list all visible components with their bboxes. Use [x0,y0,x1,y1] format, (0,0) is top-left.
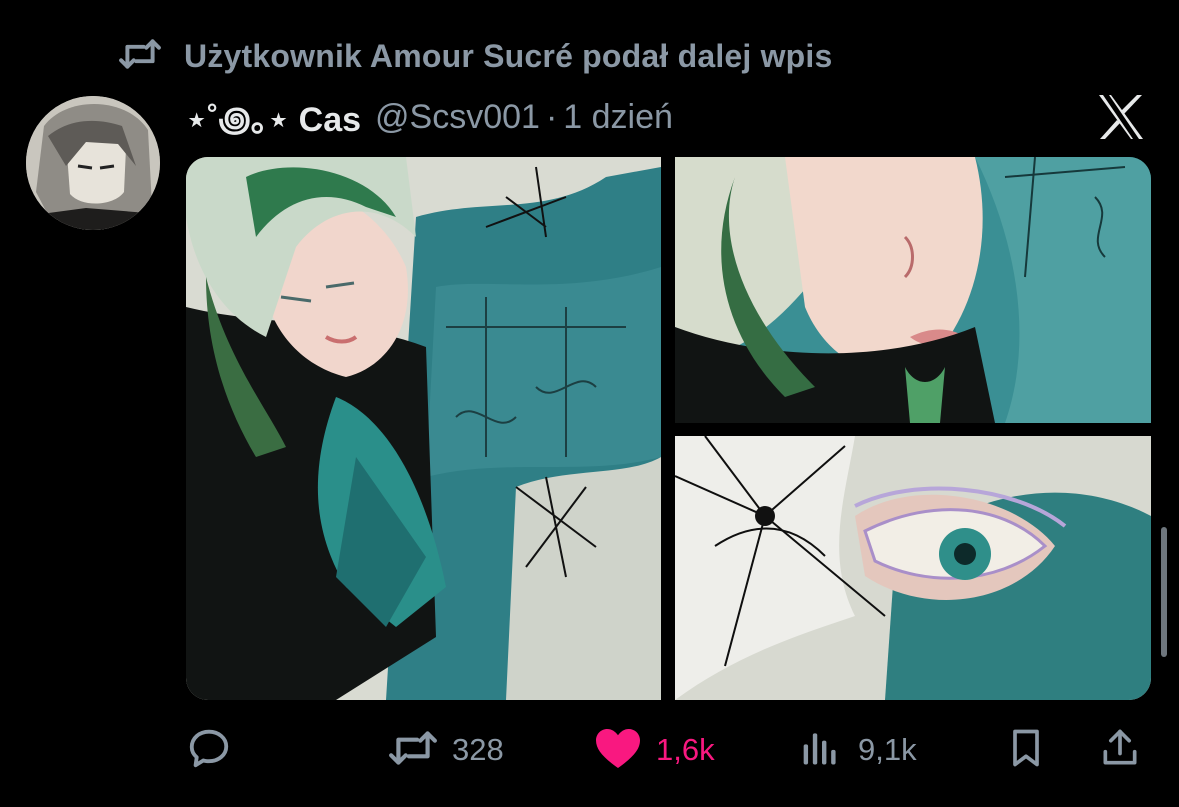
views-button[interactable]: 9,1k [800,720,917,780]
like-count: 1,6k [656,732,715,767]
reply-button[interactable] [186,720,246,780]
repost-button[interactable]: 328 [388,720,504,780]
display-name[interactable]: ⋆˚꩜｡⋆ Cas [186,92,361,143]
timestamp[interactable]: 1 dzień [563,98,673,137]
views-icon [800,726,844,775]
artwork-portrait[interactable] [186,157,661,700]
avatar[interactable] [26,96,160,230]
like-button[interactable]: 1,6k [594,720,715,780]
repost-context[interactable]: Użytkownik Amour Sucré podał dalej wpis [118,34,833,78]
reply-icon [186,725,232,776]
share-icon [1098,725,1142,776]
repost-icon [388,726,438,775]
share-button[interactable] [1098,720,1142,780]
views-count: 9,1k [858,732,917,767]
bookmark-button[interactable] [1004,720,1048,780]
scrollbar[interactable] [1161,527,1167,657]
media-grid[interactable] [186,157,1151,700]
handle[interactable]: @Scsv001 [375,98,540,137]
heart-icon [594,726,642,775]
separator-dot: · [545,97,558,136]
repost-icon [118,36,162,77]
artwork-face-closeup[interactable] [675,157,1151,423]
tweet-header[interactable]: ⋆˚꩜｡⋆ Cas @Scsv001 · 1 dzień [186,94,673,140]
tweet-actions: 328 1,6k 9,1k [0,720,1179,780]
repost-context-text: Użytkownik Amour Sucré podał dalej wpis [184,37,833,74]
x-logo-icon[interactable] [1095,92,1147,142]
repost-count: 328 [452,732,504,767]
artwork-eye-lily-closeup[interactable] [675,436,1151,700]
bookmark-icon [1004,725,1048,776]
